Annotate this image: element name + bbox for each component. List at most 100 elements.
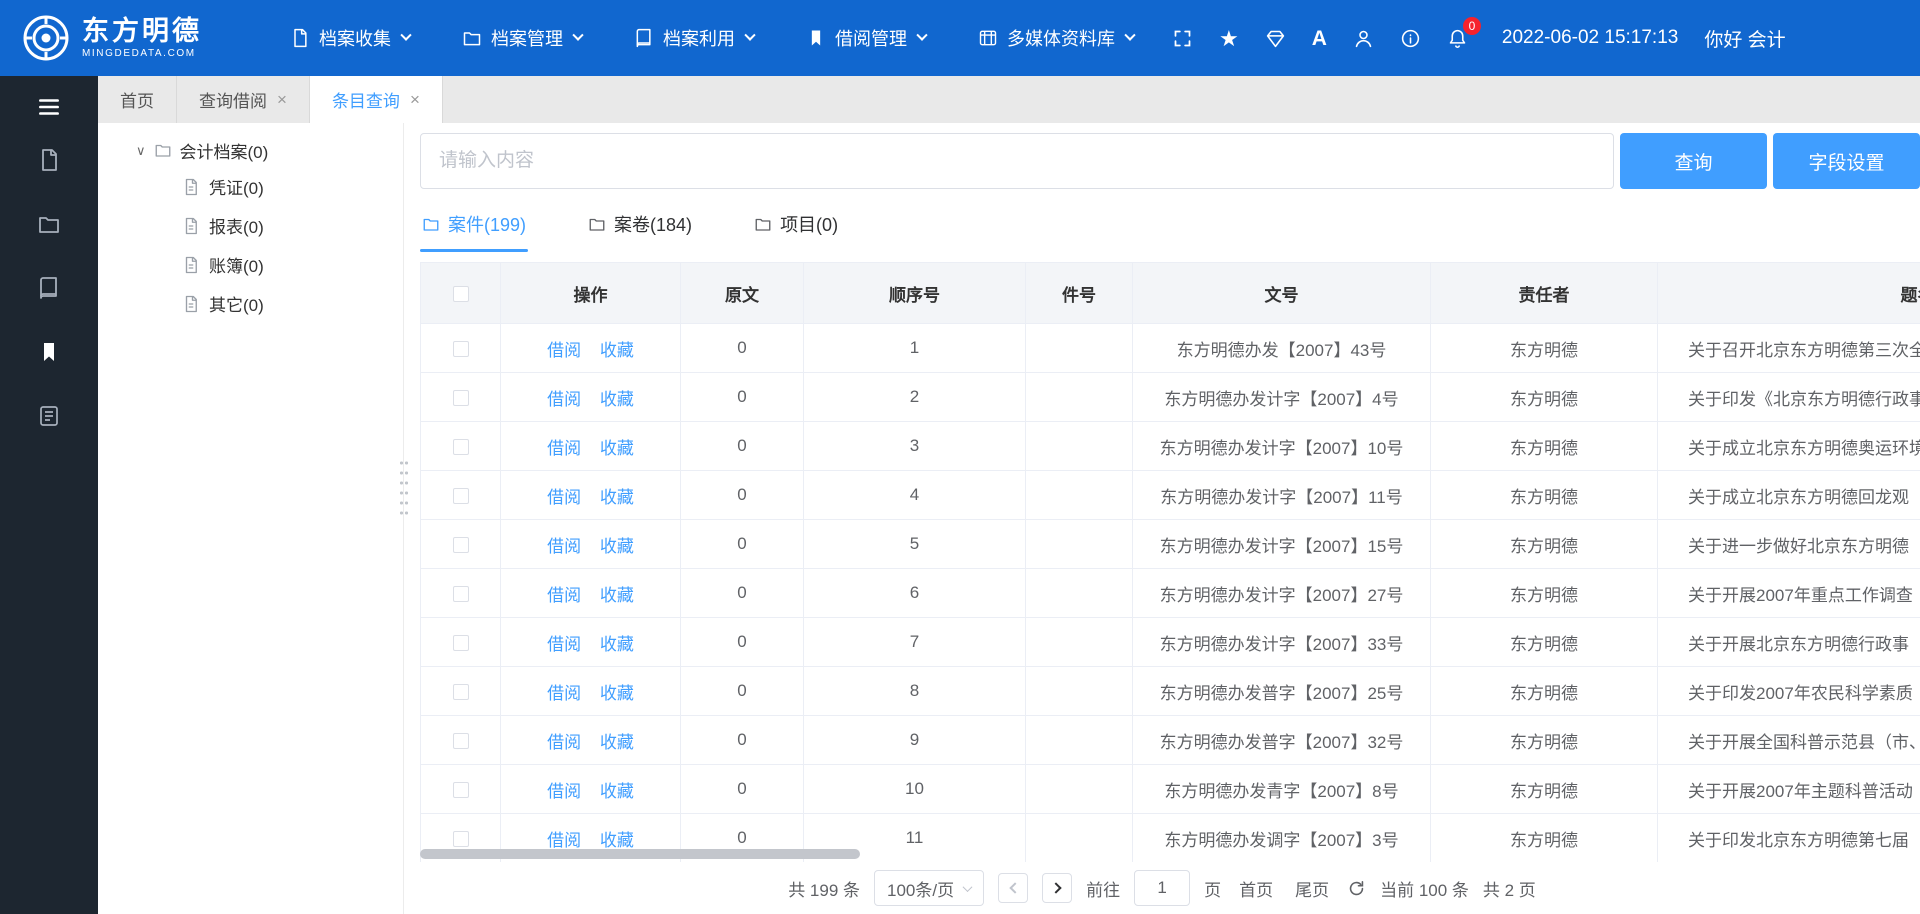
favorite-link[interactable]: 收藏 — [600, 586, 634, 605]
table-body: 借阅 收藏 0 1 东方明德办发【2007】43号 东方明德 关于召开北京东方明… — [421, 324, 1920, 863]
font-size-icon[interactable]: A — [1312, 28, 1327, 49]
next-page-button[interactable] — [1042, 873, 1072, 903]
row-checkbox[interactable] — [453, 586, 469, 602]
tree-item[interactable]: 凭证(0) — [98, 167, 403, 206]
favorite-link[interactable]: 收藏 — [600, 733, 634, 752]
sidebar-item-archive-manage folder-icon[interactable] — [37, 212, 61, 236]
borrow-link[interactable]: 借阅 — [547, 341, 581, 360]
borrow-link[interactable]: 借阅 — [547, 635, 581, 654]
borrow-link[interactable]: 借阅 — [547, 782, 581, 801]
borrow-link[interactable]: 借阅 — [547, 684, 581, 703]
tab-home[interactable]: 首页 — [98, 76, 177, 123]
borrow-link[interactable]: 借阅 — [547, 831, 581, 850]
favorite-link[interactable]: 收藏 — [600, 488, 634, 507]
favorite-link[interactable]: 收藏 — [600, 537, 634, 556]
cell-item-no — [1026, 765, 1133, 814]
folder-icon — [462, 28, 482, 48]
user-icon[interactable] — [1353, 28, 1374, 49]
document-icon — [182, 178, 200, 196]
tree-item-root[interactable]: ∨ 会计档案(0) — [98, 133, 403, 167]
cell-author: 东方明德 — [1431, 618, 1658, 667]
bookmark-icon — [806, 28, 826, 48]
row-checkbox[interactable] — [453, 831, 469, 847]
nav-item-media-library[interactable]: 多媒体资料库 — [978, 25, 1134, 51]
cell-author: 东方明德 — [1431, 520, 1658, 569]
favorite-link[interactable]: 收藏 — [600, 341, 634, 360]
menu-icon[interactable] — [36, 94, 62, 120]
favorite-link[interactable]: 收藏 — [600, 782, 634, 801]
search-input[interactable] — [420, 133, 1614, 189]
borrow-link[interactable]: 借阅 — [547, 390, 581, 409]
row-checkbox[interactable] — [453, 390, 469, 406]
cell-doc-no: 东方明德办发调字【2007】3号 — [1133, 814, 1431, 863]
tab-borrow-query[interactable]: 查询借阅 × — [177, 76, 310, 123]
sidebar-item-archive-use book-icon[interactable] — [37, 276, 61, 300]
prev-page-button[interactable] — [998, 873, 1028, 903]
table-row: 借阅 收藏 0 6 东方明德办发计字【2007】27号 东方明德 关于开展200… — [421, 569, 1920, 618]
fullscreen-icon[interactable] — [1172, 28, 1193, 49]
row-checkbox[interactable] — [453, 439, 469, 455]
horizontal-scrollbar-thumb[interactable] — [420, 849, 860, 859]
row-checkbox[interactable] — [453, 684, 469, 700]
close-icon[interactable]: × — [277, 91, 287, 108]
row-checkbox[interactable] — [453, 341, 469, 357]
row-checkbox[interactable] — [453, 733, 469, 749]
borrow-link[interactable]: 借阅 — [547, 488, 581, 507]
tree-item[interactable]: 账簿(0) — [98, 245, 403, 284]
tab-entry-query[interactable]: 条目查询 × — [310, 76, 443, 123]
gem-icon[interactable] — [1265, 28, 1286, 49]
first-page-link[interactable]: 首页 — [1239, 876, 1273, 901]
notifications[interactable]: 0 — [1447, 28, 1468, 49]
chevron-down-icon — [916, 30, 927, 41]
favorite-link[interactable]: 收藏 — [600, 390, 634, 409]
header-original: 原文 — [681, 263, 804, 324]
tree-item[interactable]: 报表(0) — [98, 206, 403, 245]
result-tab-volume[interactable]: 案卷(184) — [586, 209, 694, 252]
sidebar-item-media-library file-icon[interactable] — [37, 404, 61, 428]
borrow-link[interactable]: 借阅 — [547, 537, 581, 556]
favorite-link[interactable]: 收藏 — [600, 684, 634, 703]
cell-author: 东方明德 — [1431, 471, 1658, 520]
nav-item-archive-collect[interactable]: 档案收集 — [290, 25, 410, 51]
refresh-icon[interactable] — [1347, 879, 1366, 898]
select-all-checkbox[interactable] — [453, 286, 469, 302]
sidebar-item-archive-collect document-icon[interactable] — [37, 148, 61, 172]
table-row: 借阅 收藏 0 1 东方明德办发【2007】43号 东方明德 关于召开北京东方明… — [421, 324, 1920, 373]
favorite-link[interactable]: 收藏 — [600, 831, 634, 850]
row-checkbox[interactable] — [453, 537, 469, 553]
row-checkbox[interactable] — [453, 635, 469, 651]
star-icon[interactable]: ★ — [1219, 28, 1239, 49]
close-icon[interactable]: × — [410, 91, 420, 108]
user-greeting[interactable]: 你好 会计 — [1704, 25, 1785, 52]
cell-item-no — [1026, 324, 1133, 373]
last-page-link[interactable]: 尾页 — [1295, 876, 1329, 901]
tree-item-label: 其它(0) — [209, 291, 264, 316]
tree-item[interactable]: 其它(0) — [98, 284, 403, 323]
favorite-link[interactable]: 收藏 — [600, 439, 634, 458]
search-button[interactable]: 查询 — [1620, 133, 1767, 189]
field-settings-button[interactable]: 字段设置 — [1773, 133, 1920, 189]
caret-down-icon[interactable]: ∨ — [136, 144, 146, 157]
info-icon[interactable] — [1400, 28, 1421, 49]
borrow-link[interactable]: 借阅 — [547, 733, 581, 752]
nav-item-archive-manage[interactable]: 档案管理 — [462, 25, 582, 51]
borrow-link[interactable]: 借阅 — [547, 586, 581, 605]
cell-doc-no: 东方明德办发计字【2007】10号 — [1133, 422, 1431, 471]
row-checkbox[interactable] — [453, 488, 469, 504]
result-tab-project[interactable]: 项目(0) — [752, 209, 840, 252]
result-tab-case[interactable]: 案件(199) — [420, 209, 528, 252]
tree-children: 凭证(0) 报表(0) 账簿(0) — [98, 167, 403, 323]
nav-item-borrow-manage[interactable]: 借阅管理 — [806, 25, 926, 51]
row-checkbox[interactable] — [453, 782, 469, 798]
page-size-select[interactable]: 100条/页 — [874, 870, 984, 906]
borrow-link[interactable]: 借阅 — [547, 439, 581, 458]
sidebar-item-borrow-manage bookmark-icon[interactable] — [37, 340, 61, 364]
cell-title: 关于开展2007年主题科普活动 — [1658, 765, 1920, 814]
nav-item-archive-use[interactable]: 档案利用 — [634, 25, 754, 51]
header-seq: 顺序号 — [804, 263, 1026, 324]
table-row: 借阅 收藏 0 5 东方明德办发计字【2007】15号 东方明德 关于进一步做好… — [421, 520, 1920, 569]
favorite-link[interactable]: 收藏 — [600, 635, 634, 654]
goto-page-input[interactable] — [1134, 870, 1190, 906]
datetime: 2022-06-02 15:17:13 — [1502, 27, 1678, 49]
app-logo[interactable]: 东方明德 MINGDEDATA.COM — [22, 14, 270, 62]
